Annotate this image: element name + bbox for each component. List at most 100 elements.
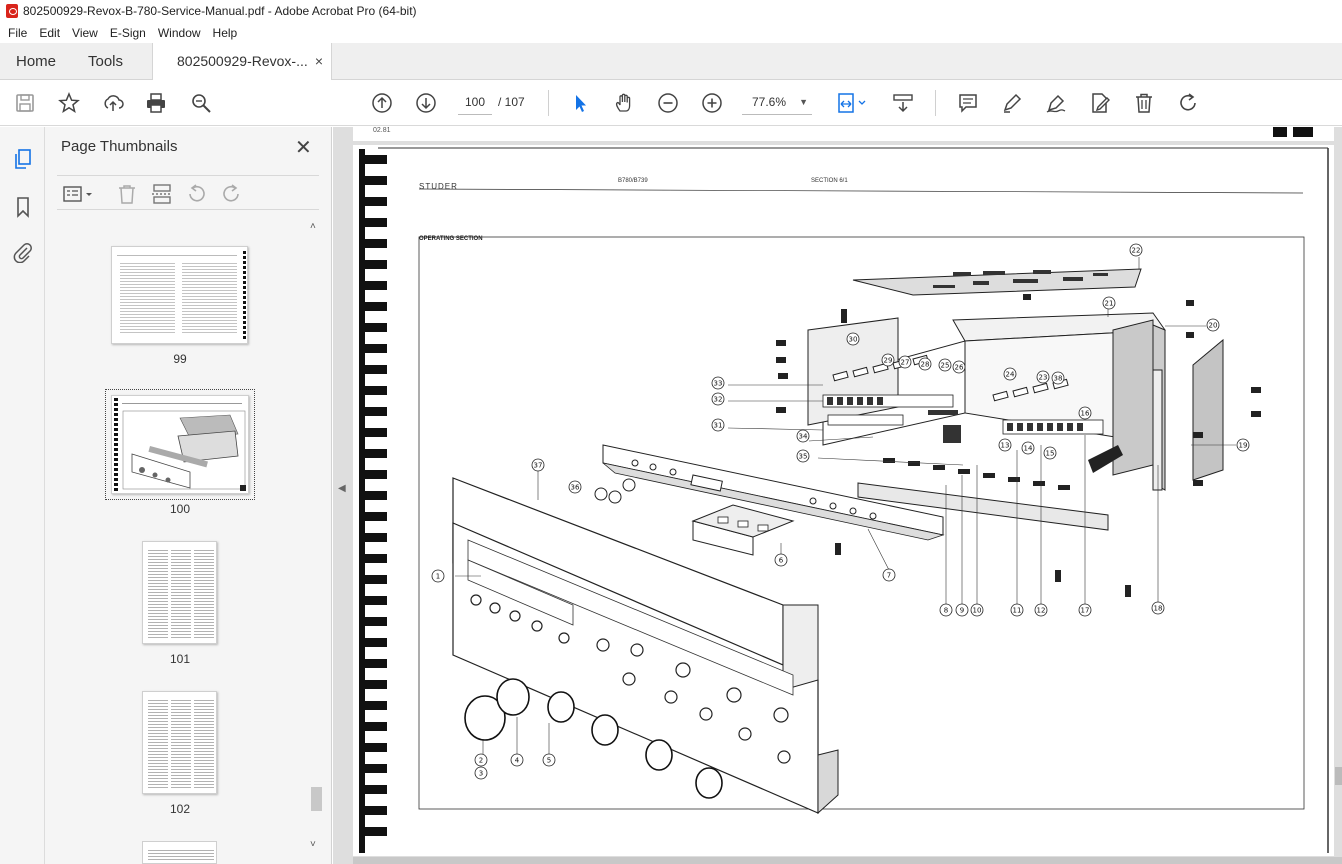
delete-page-icon[interactable] xyxy=(115,182,139,206)
zoom-out-icon[interactable] xyxy=(655,90,681,116)
prev-page-icon[interactable] xyxy=(369,90,395,116)
thumbnail-label: 101 xyxy=(169,652,191,666)
extract-page-icon[interactable] xyxy=(150,182,174,206)
previous-page-edge: 02.81 xyxy=(353,127,1334,141)
binding-coil xyxy=(361,176,387,185)
thumbnail-scrollbar[interactable]: ˄ ˅ xyxy=(309,221,323,853)
binding-coil xyxy=(361,743,387,752)
binding-coil xyxy=(361,323,387,332)
highlight-icon[interactable] xyxy=(999,90,1025,116)
callout-label: 5 xyxy=(547,757,551,765)
close-icon[interactable]: ✕ xyxy=(295,135,312,160)
callout-label: 26 xyxy=(955,364,964,372)
page-thumbnail[interactable] xyxy=(142,841,217,864)
callout-label: 37 xyxy=(534,462,543,470)
zoom-level-dropdown[interactable]: 77.6% ▼ xyxy=(742,89,812,115)
callout-label: 24 xyxy=(1006,371,1015,379)
doc-brand: STUDER xyxy=(419,182,458,191)
menu-bar: File Edit View E-Sign Window Help xyxy=(0,22,1342,43)
binding-coil xyxy=(361,428,387,437)
bookmark-icon[interactable] xyxy=(9,193,37,221)
attachment-icon[interactable] xyxy=(9,238,37,266)
thumbnail-label: 102 xyxy=(169,802,191,816)
rotate-left-icon[interactable] xyxy=(185,182,209,206)
doc-section: SECTION 6/1 xyxy=(811,178,848,184)
page-total: / 107 xyxy=(498,95,525,109)
callout-label: 38 xyxy=(1054,375,1063,383)
menu-esign[interactable]: E-Sign xyxy=(110,26,146,40)
callout-label: 28 xyxy=(921,361,930,369)
callout-label: 36 xyxy=(571,484,580,492)
page-number-input[interactable] xyxy=(458,89,492,115)
zoom-search-icon[interactable] xyxy=(188,90,214,116)
menu-help[interactable]: Help xyxy=(213,26,238,40)
callout-label: 21 xyxy=(1105,300,1114,308)
menu-window[interactable]: Window xyxy=(158,26,201,40)
menu-file[interactable]: File xyxy=(8,26,27,40)
title-bar: 802500929-Revox-B-780-Service-Manual.pdf… xyxy=(0,0,1342,22)
comment-icon[interactable] xyxy=(955,90,981,116)
binding-coil xyxy=(361,617,387,626)
callout-label: 30 xyxy=(849,336,858,344)
print-icon[interactable] xyxy=(143,90,169,116)
panel-collapse-handle[interactable]: ◀ xyxy=(333,127,353,864)
rotate-right-icon[interactable] xyxy=(219,182,243,206)
tab-document[interactable]: 802500929-Revox-... × xyxy=(152,43,332,81)
zoom-in-icon[interactable] xyxy=(699,90,725,116)
thumbnail-options-icon[interactable] xyxy=(61,182,95,206)
rotate-icon[interactable] xyxy=(1175,90,1201,116)
binding-coil xyxy=(361,554,387,563)
edit-pdf-icon[interactable] xyxy=(1087,90,1113,116)
select-cursor-icon[interactable] xyxy=(567,90,593,116)
pdf-page: 1 2 3 4 5 6 7 8 9 10 11 12 13 14 15 16 17 18 19 20 21 22 23 24 2… xyxy=(353,145,1334,856)
callout-label: 19 xyxy=(1239,442,1248,450)
binding-coil xyxy=(361,155,387,164)
document-scrollbar-thumb[interactable] xyxy=(1335,767,1342,785)
scroll-mode-icon[interactable] xyxy=(890,90,916,116)
document-view[interactable]: 02.81 1 2 3 4 5 6 7 8 9 10 11 12 13 14 1… xyxy=(353,127,1342,864)
next-page-icon[interactable] xyxy=(413,90,439,116)
thumbnail-label: 99 xyxy=(173,352,187,366)
tab-tools[interactable]: Tools xyxy=(88,43,123,80)
callout-label: 15 xyxy=(1046,450,1055,458)
binding-coil xyxy=(361,512,387,521)
callout-label: 8 xyxy=(944,607,948,615)
thumbnail-scrollbar-thumb[interactable] xyxy=(311,787,322,811)
callout-label: 20 xyxy=(1209,322,1218,330)
document-horizontal-scrollbar[interactable] xyxy=(353,857,1342,864)
callout-label: 22 xyxy=(1132,247,1141,255)
menu-view[interactable]: View xyxy=(72,26,98,40)
page-thumbnails-icon[interactable] xyxy=(9,145,37,173)
callout-label: 6 xyxy=(779,557,784,565)
callout-label: 29 xyxy=(884,357,893,365)
thumbnail-label: 100 xyxy=(169,502,191,516)
thumbnail-toolbar xyxy=(57,175,319,210)
delete-icon[interactable] xyxy=(1131,90,1157,116)
page-thumbnail[interactable] xyxy=(142,541,217,644)
callout-label: 25 xyxy=(941,362,950,370)
binding-coil xyxy=(361,239,387,248)
binding-coil xyxy=(361,449,387,458)
binding-coil xyxy=(361,722,387,731)
sign-icon[interactable] xyxy=(1043,90,1069,116)
upload-icon[interactable] xyxy=(100,90,126,116)
page-thumbnail[interactable] xyxy=(111,246,248,344)
callout-label: 23 xyxy=(1039,374,1048,382)
binding-coil xyxy=(361,491,387,500)
binding-coil xyxy=(361,806,387,815)
page-thumbnail[interactable] xyxy=(142,691,217,794)
tab-close-icon[interactable]: × xyxy=(315,43,323,80)
save-icon[interactable] xyxy=(12,90,38,116)
page-thumbnail[interactable] xyxy=(111,395,249,494)
binding-coil xyxy=(361,596,387,605)
fit-page-icon[interactable] xyxy=(834,90,870,116)
window-title: 802500929-Revox-B-780-Service-Manual.pdf… xyxy=(23,4,417,18)
binding-coil xyxy=(361,365,387,374)
tab-home[interactable]: Home xyxy=(16,43,56,80)
binding-coil xyxy=(361,533,387,542)
star-icon[interactable] xyxy=(56,90,82,116)
callout-label: 11 xyxy=(1013,607,1022,615)
menu-edit[interactable]: Edit xyxy=(39,26,60,40)
callout-label: 35 xyxy=(799,453,808,461)
hand-icon[interactable] xyxy=(611,90,637,116)
